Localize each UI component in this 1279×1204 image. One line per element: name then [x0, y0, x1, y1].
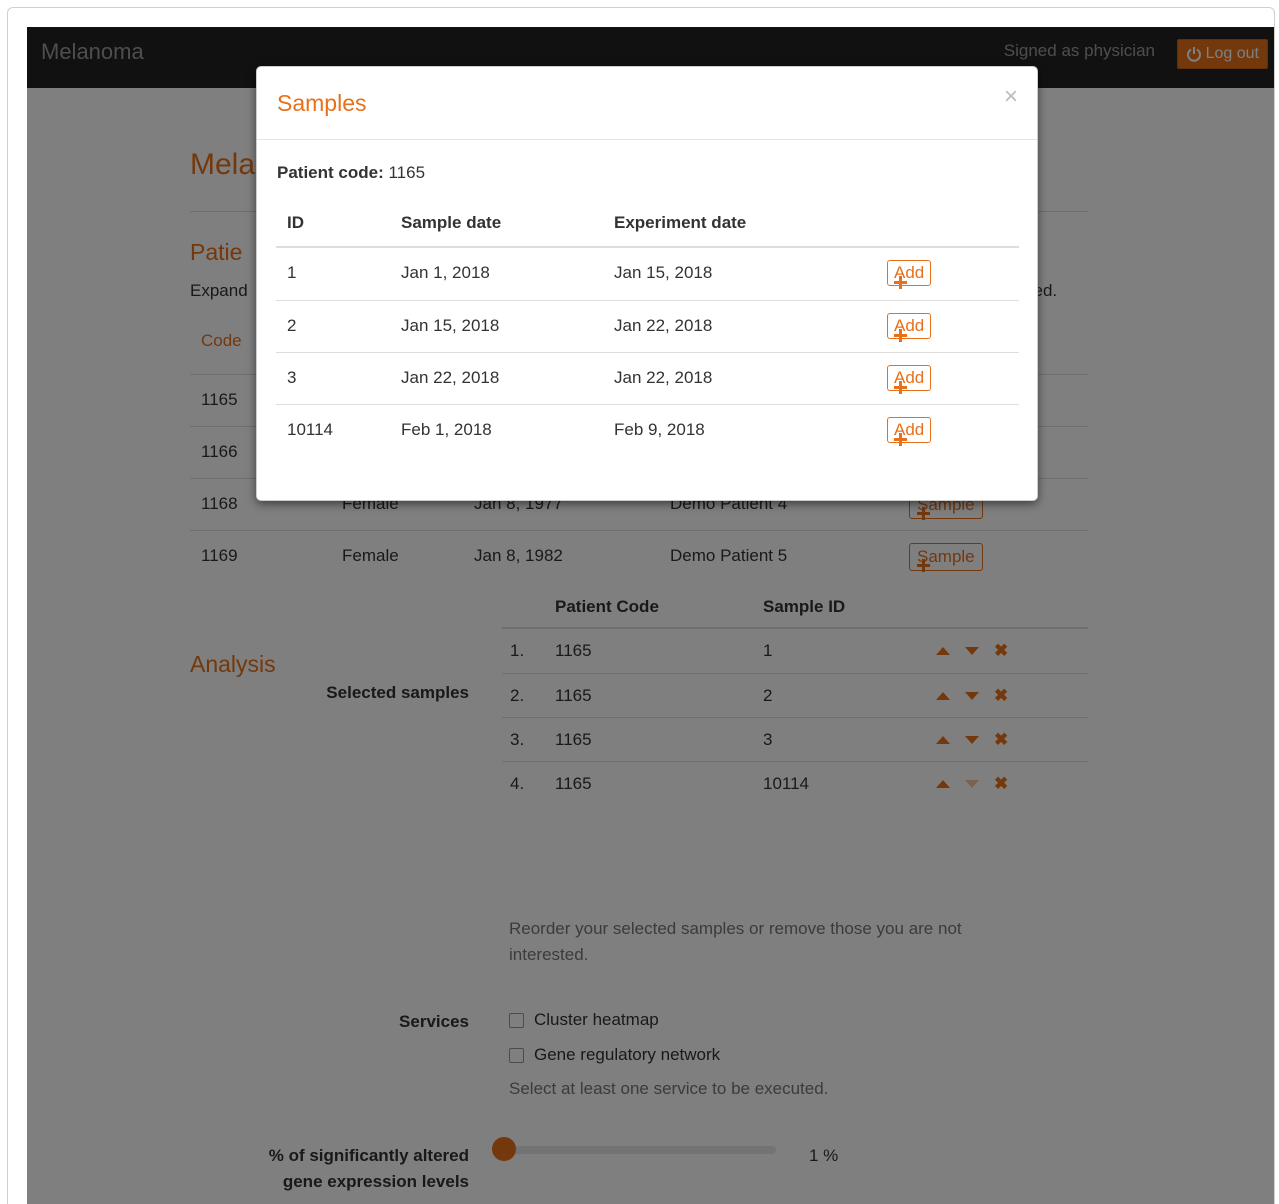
patient-code-value: 1165	[388, 163, 426, 182]
sample-date: Jan 15, 2018	[401, 316, 500, 335]
plus-icon	[894, 276, 907, 289]
table-row: 1 Jan 1, 2018 Jan 15, 2018 Add	[276, 248, 1019, 300]
add-button[interactable]: Add	[887, 417, 932, 446]
sample-id: 3	[287, 368, 297, 387]
experiment-date: Jan 22, 2018	[614, 316, 713, 335]
sample-date-header: Sample date	[401, 213, 502, 232]
modal-divider	[257, 139, 1037, 140]
plus-icon	[894, 381, 907, 394]
plus-icon	[894, 329, 907, 342]
experiment-date-header: Experiment date	[614, 213, 747, 232]
sample-date: Feb 1, 2018	[401, 420, 492, 439]
plus-icon	[894, 433, 907, 446]
table-row: 2 Jan 15, 2018 Jan 22, 2018 Add	[276, 300, 1019, 353]
experiment-date: Jan 22, 2018	[614, 368, 713, 387]
close-icon[interactable]: ×	[1004, 83, 1018, 111]
sample-id: 1	[287, 263, 297, 282]
experiment-date: Feb 9, 2018	[614, 420, 705, 439]
modal-title: Samples	[277, 90, 367, 116]
id-header: ID	[287, 213, 304, 232]
sample-date: Jan 1, 2018	[401, 263, 490, 282]
add-button[interactable]: Add	[887, 365, 932, 394]
table-row: 3 Jan 22, 2018 Jan 22, 2018 Add	[276, 352, 1019, 405]
add-button[interactable]: Add	[887, 260, 932, 289]
table-row: 10114 Feb 1, 2018 Feb 9, 2018 Add	[276, 404, 1019, 457]
app: Melanoma Signed as physician Log out Mel…	[27, 27, 1274, 1204]
sample-id: 10114	[287, 420, 334, 439]
sample-date: Jan 22, 2018	[401, 368, 500, 387]
patient-code-line: Patient code: 1165	[277, 163, 425, 183]
patient-code-label: Patient code:	[277, 163, 384, 182]
add-button[interactable]: Add	[887, 313, 932, 342]
experiment-date: Jan 15, 2018	[614, 263, 713, 282]
sample-id: 2	[287, 316, 297, 335]
samples-modal: Samples × Patient code: 1165 ID Sample d…	[256, 66, 1038, 501]
browser-frame: Melanoma Signed as physician Log out Mel…	[7, 7, 1275, 1204]
